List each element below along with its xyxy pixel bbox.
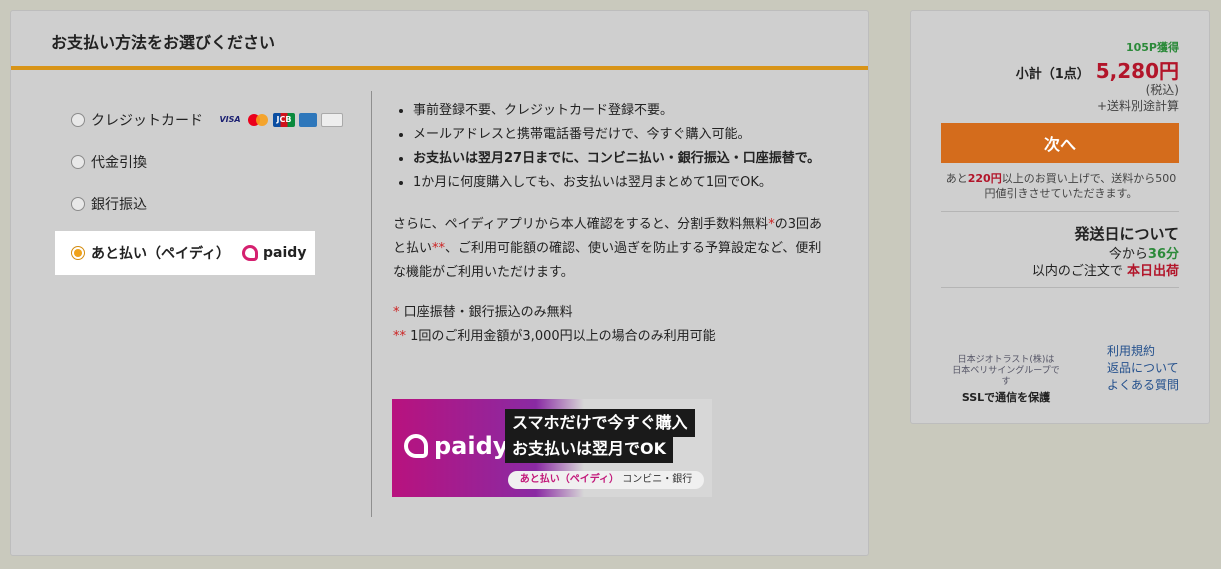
shipping-note: +送料別途計算: [1096, 99, 1179, 113]
vertical-divider: [371, 91, 372, 517]
tax-note: (税込): [1145, 83, 1179, 97]
footnotes: * 口座振替・銀行振込のみ無料 ** 1回のご利用金額が3,000円以上の場合の…: [393, 301, 823, 349]
title-divider: [11, 66, 868, 70]
feature-item: お支払いは翌月27日までに、コンビニ払い・銀行振込・口座振替で。: [413, 147, 823, 171]
paidy-description: さらに、ペイディアプリから本人確認をすると、分割手数料無料*の3回あと払い**、…: [393, 213, 823, 285]
banner-logo-text: paidy: [434, 432, 509, 460]
today-text: 以内のご注文で: [1031, 264, 1123, 279]
ssl-strong: SSLで通信を保護: [961, 391, 1051, 404]
amex-icon: [299, 113, 317, 127]
summary-divider: [941, 287, 1179, 288]
shipping-today: 以内のご注文で 本日出荷: [1032, 260, 1179, 279]
method-label: 銀行振込: [91, 197, 147, 213]
points-earned: 105P獲得: [1125, 41, 1179, 54]
next-button[interactable]: 次へ: [941, 123, 1179, 163]
paidy-icon: [242, 245, 259, 261]
footnote-text: 口座振替・銀行振込のみ無料: [403, 305, 573, 320]
method-label: 代金引換: [91, 155, 147, 171]
visa-icon: VISA: [219, 115, 241, 124]
subtotal-price: 5,280円: [1095, 59, 1179, 83]
method-bank-transfer[interactable]: 銀行振込: [55, 183, 355, 225]
ssl-seal: 日本ジオトラスト(株)は 日本ベリサイングループです SSLで通信を保護: [951, 355, 1061, 403]
free-shipping-note: あと220円以上のお買い上げで、送料から500円値引きさせていただきます。: [941, 171, 1181, 201]
radio-bank-transfer[interactable]: [71, 197, 85, 211]
subtotal: 小計（1点） 5,280円: [1016, 55, 1179, 84]
method-label: あと払い（ペイディ）: [91, 246, 231, 262]
asterisk-mark: **: [393, 329, 406, 344]
asterisk-mark: **: [432, 241, 446, 256]
link-terms[interactable]: 利用規約: [1107, 343, 1179, 360]
paidy-logo-text: paidy: [263, 245, 307, 261]
ssl-text: 日本ベリサイングループです: [952, 366, 1060, 387]
radio-paidy[interactable]: [71, 246, 85, 260]
diners-icon: [321, 113, 343, 127]
free-ship-text: あと: [945, 172, 968, 185]
ship-today-badge: 本日出荷: [1126, 264, 1179, 279]
method-paidy[interactable]: あと払い（ペイディ） paidy: [55, 231, 315, 275]
payment-panel: お支払い方法をお選びください クレジットカード VISA JCB 代金引換 銀行…: [10, 10, 869, 556]
feature-item: メールアドレスと携帯電話番号だけで、今すぐ購入可能。: [413, 123, 823, 147]
radio-credit-card[interactable]: [71, 113, 85, 127]
help-links: 利用規約 返品について よくある質問: [1107, 343, 1179, 394]
method-cod[interactable]: 代金引換: [55, 141, 355, 183]
banner-paidy-logo: paidy: [404, 432, 508, 460]
paidy-info: 事前登録不要、クレジットカード登録不要。 メールアドレスと携帯電話番号だけで、今…: [393, 99, 823, 349]
link-faq[interactable]: よくある質問: [1107, 377, 1179, 394]
footnote-text: 1回のご利用金額が3,000円以上の場合のみ利用可能: [410, 329, 716, 344]
banner-tagline: スマホだけで今すぐ購入: [505, 409, 695, 437]
banner-tagline: お支払いは翌月でOK: [505, 435, 674, 463]
desc-text: さらに、ペイディアプリから本人確認をすると、分割手数料無料: [393, 217, 769, 232]
paidy-banner: paidy スマホだけで今すぐ購入 お支払いは翌月でOK あと払い（ペイディ） …: [392, 399, 712, 497]
mastercard-icon: [247, 113, 269, 127]
link-returns[interactable]: 返品について: [1107, 360, 1179, 377]
pill-highlight: あと払い（ペイディ）: [519, 474, 620, 485]
method-credit-card[interactable]: クレジットカード VISA JCB: [55, 99, 355, 141]
subtotal-label: 小計（1点）: [1015, 67, 1090, 82]
banner-pill: あと払い（ペイディ） コンビニ・銀行: [508, 471, 704, 489]
asterisk-mark: *: [393, 305, 400, 320]
paidy-icon: [404, 434, 428, 458]
free-ship-amount: 220円: [967, 172, 1002, 185]
pill-text: コンビニ・銀行: [622, 474, 693, 485]
summary-divider: [941, 211, 1179, 212]
shipping-date-title: 発送日について: [1074, 225, 1179, 243]
desc-text: 、ご利用可能額の確認、使い過ぎを防止する予算設定など、便利な機能がご利用いただけ…: [393, 241, 822, 280]
free-ship-text: 以上のお買い上げで、送料から500円値引きさせていただきます。: [984, 172, 1177, 200]
card-brands: VISA JCB: [217, 113, 343, 127]
feature-list: 事前登録不要、クレジットカード登録不要。 メールアドレスと携帯電話番号だけで、今…: [393, 99, 823, 195]
payment-title: お支払い方法をお選びください: [51, 33, 276, 52]
paidy-logo: paidy: [242, 245, 306, 261]
jcb-icon: JCB: [273, 113, 295, 127]
ssl-text: 日本ジオトラスト(株)は: [957, 355, 1055, 365]
method-label: クレジットカード: [91, 113, 203, 129]
payment-method-list: クレジットカード VISA JCB 代金引換 銀行振込 あと払い（ペイディ） p…: [55, 99, 355, 275]
footnote: * 口座振替・銀行振込のみ無料: [393, 301, 823, 325]
feature-item: 事前登録不要、クレジットカード登録不要。: [413, 99, 823, 123]
order-summary-panel: 105P獲得 小計（1点） 5,280円 (税込) +送料別途計算 次へ あと2…: [910, 10, 1210, 424]
radio-cod[interactable]: [71, 155, 85, 169]
footnote: ** 1回のご利用金額が3,000円以上の場合のみ利用可能: [393, 325, 823, 349]
feature-item: 1か月に何度購入しても、お支払いは翌月まとめて1回でOK。: [413, 171, 823, 195]
